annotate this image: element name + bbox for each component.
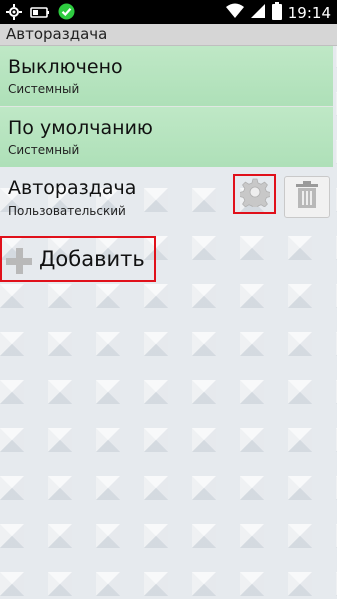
- gear-icon: [238, 177, 271, 211]
- plus-icon: [6, 248, 32, 278]
- status-bar: 19:14: [0, 0, 337, 24]
- profile-type: Системный: [8, 143, 80, 157]
- battery-saver-icon: [30, 4, 50, 23]
- page-title: Авторaздача: [6, 25, 108, 43]
- battery-icon: [271, 2, 282, 24]
- app-title-bar: Авторaздача: [0, 24, 337, 46]
- profile-item-default[interactable]: По умолчанию Системный: [0, 107, 333, 167]
- wifi-icon: [225, 3, 244, 23]
- profile-name: Выключено: [8, 56, 123, 78]
- location-icon: [6, 3, 22, 24]
- profile-item-off[interactable]: Выключено Системный: [0, 46, 333, 106]
- signal-icon: [250, 3, 266, 23]
- clock: 19:14: [287, 4, 331, 22]
- profile-type: Пользовательский: [8, 204, 126, 218]
- add-profile-button[interactable]: Добавить: [0, 236, 156, 282]
- check-badge-icon: [58, 3, 75, 24]
- add-button-label: Добавить: [39, 247, 145, 271]
- profile-name: По умолчанию: [8, 117, 153, 139]
- profile-name: Авторaздача: [8, 177, 137, 199]
- trash-icon: [295, 181, 319, 213]
- profile-delete-button[interactable]: [284, 176, 330, 218]
- profile-settings-button[interactable]: [233, 174, 276, 214]
- profile-type: Системный: [8, 82, 80, 96]
